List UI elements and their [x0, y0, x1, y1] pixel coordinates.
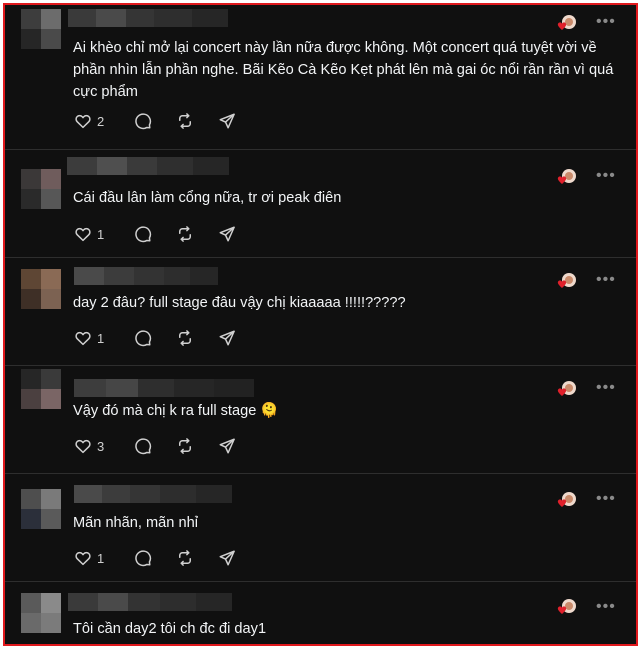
- comment-text: Tôi cần day2 tôi ch đc đi day1: [73, 621, 267, 637]
- avatar[interactable]: [21, 369, 61, 409]
- comment-text: Vậy đó mà chị k ra full stage 🫠: [73, 403, 279, 419]
- repost-button[interactable]: [176, 112, 218, 130]
- comment-icon: [135, 330, 152, 347]
- repost-icon: [179, 113, 191, 129]
- username-redacted[interactable]: [74, 379, 254, 397]
- more-icon[interactable]: •••: [596, 599, 616, 615]
- share-icon: [219, 226, 235, 242]
- heart-icon: [75, 114, 91, 129]
- repost-icon: [179, 438, 191, 454]
- reaction-icon[interactable]: [557, 597, 577, 617]
- comments-frame: ••• Ai khèo chỉ mở lại concert này lần n…: [3, 3, 638, 646]
- repost-icon: [179, 226, 191, 242]
- comment-text: day 2 đâu? full stage đâu vậy chị kiaaaa…: [73, 295, 406, 311]
- like-count: 1: [97, 550, 105, 566]
- reaction-icon[interactable]: [557, 271, 577, 291]
- reply-button[interactable]: [134, 437, 176, 455]
- reaction-icon[interactable]: [557, 490, 577, 510]
- more-icon[interactable]: •••: [596, 380, 616, 396]
- share-icon: [219, 550, 235, 566]
- username-redacted[interactable]: [68, 9, 228, 27]
- username-redacted[interactable]: [74, 267, 218, 285]
- action-bar: 2: [74, 110, 260, 132]
- more-icon[interactable]: •••: [596, 272, 616, 288]
- avatar[interactable]: [21, 9, 61, 49]
- repost-icon: [179, 330, 191, 346]
- comment-icon: [135, 438, 152, 455]
- like-count: 2: [97, 113, 105, 129]
- like-count: 3: [97, 438, 105, 454]
- comment-icon: [135, 226, 152, 243]
- repost-icon: [179, 550, 191, 566]
- repost-button[interactable]: [176, 225, 218, 243]
- comment-icon: [135, 113, 152, 130]
- comment-item: ••• Vậy đó mà chị k ra full stage 🫠 3: [5, 365, 636, 474]
- comment-item: ••• Ai khèo chỉ mở lại concert này lần n…: [5, 5, 636, 150]
- more-icon[interactable]: •••: [596, 168, 616, 184]
- comment-text: Cái đầu lân làm cổng nữa, tr ơi peak điê…: [73, 190, 342, 206]
- share-icon: [219, 113, 235, 129]
- action-bar: 1: [74, 223, 260, 245]
- repost-button[interactable]: [176, 329, 218, 347]
- action-bar: 1: [74, 547, 260, 569]
- comment-item: ••• day 2 đâu? full stage đâu vậy chị ki…: [5, 257, 636, 366]
- share-icon: [219, 330, 235, 346]
- comment-text: Mãn nhãn, mãn nhỉ: [73, 515, 198, 531]
- username-redacted[interactable]: [67, 157, 229, 175]
- share-button[interactable]: [218, 225, 260, 243]
- heart-icon: [75, 227, 91, 242]
- avatar[interactable]: [21, 269, 61, 309]
- more-icon[interactable]: •••: [596, 491, 616, 507]
- repost-button[interactable]: [176, 549, 218, 567]
- reply-button[interactable]: [134, 225, 176, 243]
- share-button[interactable]: [218, 437, 260, 455]
- comment-item: ••• Cái đầu lân làm cổng nữa, tr ơi peak…: [5, 149, 636, 258]
- action-bar: 1: [74, 327, 260, 349]
- heart-icon: [75, 551, 91, 566]
- username-redacted[interactable]: [74, 485, 232, 503]
- like-button[interactable]: 1: [74, 329, 134, 347]
- avatar[interactable]: [21, 593, 61, 633]
- comment-icon: [135, 550, 152, 567]
- like-button[interactable]: 2: [74, 112, 134, 130]
- share-button[interactable]: [218, 329, 260, 347]
- share-button[interactable]: [218, 549, 260, 567]
- heart-icon: [75, 331, 91, 346]
- reply-button[interactable]: [134, 112, 176, 130]
- heart-icon: [75, 439, 91, 454]
- share-icon: [219, 438, 235, 454]
- reply-button[interactable]: [134, 549, 176, 567]
- like-count: 1: [97, 330, 105, 346]
- avatar[interactable]: [21, 489, 61, 529]
- reaction-icon[interactable]: [557, 13, 577, 33]
- reply-button[interactable]: [134, 329, 176, 347]
- comment-item: ••• Mãn nhãn, mãn nhỉ 1: [5, 473, 636, 582]
- action-bar: 3: [74, 435, 260, 457]
- reaction-icon[interactable]: [557, 379, 577, 399]
- comment-text: Ai khèo chỉ mở lại concert này lần nữa đ…: [73, 40, 614, 100]
- reaction-icon[interactable]: [557, 167, 577, 187]
- like-button[interactable]: 1: [74, 549, 134, 567]
- like-button[interactable]: 1: [74, 225, 134, 243]
- like-button[interactable]: 3: [74, 437, 134, 455]
- avatar[interactable]: [21, 169, 61, 209]
- comment-item: ••• Tôi cần day2 tôi ch đc đi day1: [5, 581, 636, 644]
- share-button[interactable]: [218, 112, 260, 130]
- more-icon[interactable]: •••: [596, 14, 616, 30]
- like-count: 1: [97, 226, 105, 242]
- username-redacted[interactable]: [68, 593, 232, 611]
- repost-button[interactable]: [176, 437, 218, 455]
